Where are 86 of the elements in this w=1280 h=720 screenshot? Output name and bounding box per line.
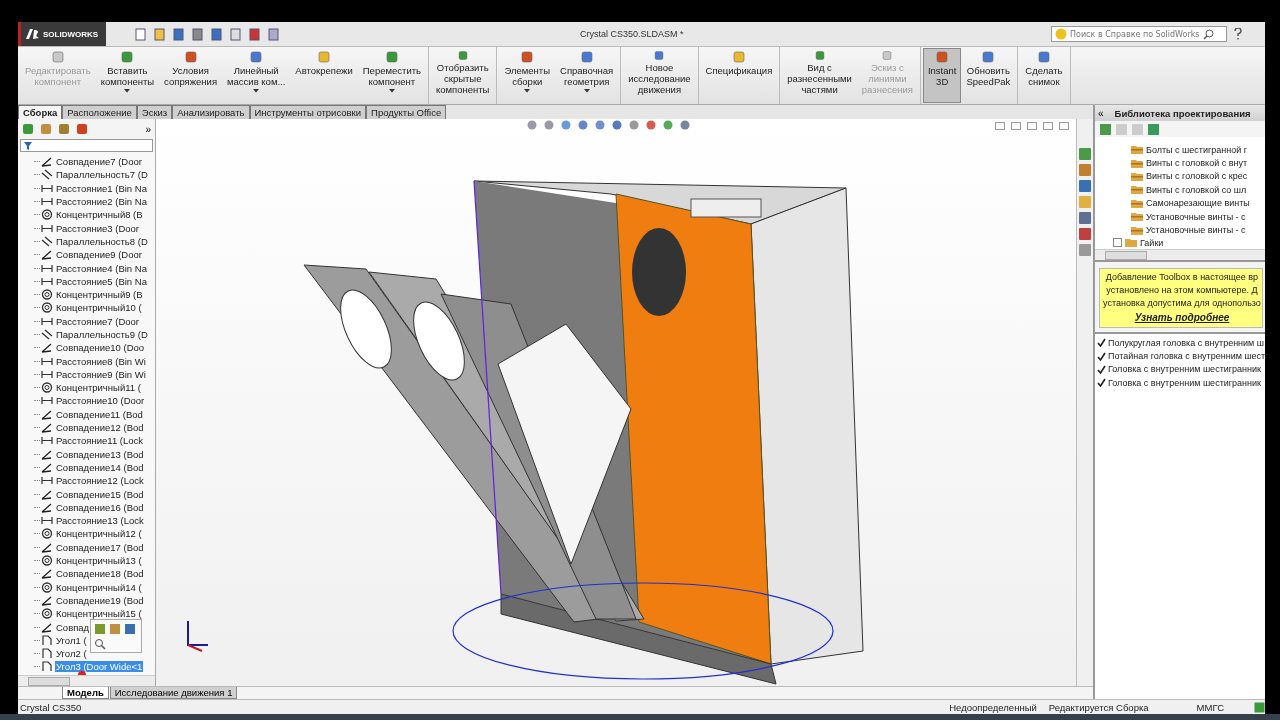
library-folder[interactable]: Винты с головкой со шл	[1146, 184, 1247, 195]
ribbon-button[interactable]: Обновить SpeedPak	[961, 48, 1016, 103]
tree-item[interactable]: Совпадение15 (Bod	[55, 488, 145, 500]
library-item[interactable]: Головка с внутренним шестигранник	[1108, 377, 1261, 388]
tree-item[interactable]: Совпадение14 (Bod	[55, 461, 145, 473]
ribbon-button[interactable]: Сделать снимок	[1020, 48, 1068, 103]
tree-item[interactable]: Концентричный11 (	[55, 382, 142, 394]
tree-item[interactable]: Совпадение7 (Door	[55, 156, 143, 168]
tree-item[interactable]: Совпадение13 (Bod	[55, 448, 145, 460]
notice-text: Добавление Toolbox в настоящее вр	[1105, 271, 1259, 284]
ribbon-button[interactable]: Instant 3D	[922, 48, 962, 103]
tree-item[interactable]: Совпадение18 (Bod	[55, 568, 145, 580]
ribbon-button[interactable]: Вставить компоненты	[95, 48, 160, 103]
tree-item[interactable]: Концентричный8 (B	[55, 209, 144, 221]
library-folder[interactable]: Винты с головкой с внут	[1146, 158, 1248, 169]
ribbon-tab[interactable]: Эскиз	[136, 105, 173, 119]
ribbon-button[interactable]: Новое исследование движения	[623, 48, 696, 103]
tree-item[interactable]: Совпадение11 (Bod	[55, 408, 144, 420]
tree-item[interactable]: Концентричный10 (	[55, 302, 143, 314]
tree-item[interactable]: Концентричный13 (	[55, 555, 143, 567]
help-search-field[interactable]: Поиск в Справке по SolidWorks	[1051, 26, 1227, 42]
ribbon-button[interactable]: Переместить компонент	[357, 48, 426, 103]
ribbon-button[interactable]: Условия сопряжения	[159, 48, 223, 103]
library-folder[interactable]: Самонарезающие винты	[1146, 198, 1250, 209]
notice-text: установлено на этом компьютере. Д	[1106, 284, 1258, 297]
ribbon-tab[interactable]: Продукты Office	[366, 105, 447, 119]
collapse-button[interactable]: «	[1095, 107, 1107, 119]
ribbon-tab[interactable]: Сборка	[18, 105, 63, 119]
tree-item[interactable]: Расстояние5 (Bin Na	[55, 275, 148, 287]
tree-item[interactable]: Совпадение12 (Bod	[55, 422, 145, 434]
bottom-tab[interactable]: Модель	[62, 687, 109, 699]
tree-item[interactable]: Расстояние11 (Lock	[55, 435, 145, 447]
library-item[interactable]: Потайная головка с внутренним шест	[1108, 351, 1265, 362]
tree-item[interactable]: Расстояние1 (Bin Na	[55, 182, 148, 194]
library-item[interactable]: Головка с внутренним шестигранник	[1108, 364, 1261, 375]
tree-item[interactable]: Расстояние3 (Door	[55, 222, 140, 234]
ribbon-button[interactable]: Элементы сборки	[499, 48, 556, 103]
bottom-tab[interactable]: Исследование движения 1	[109, 687, 238, 699]
tree-item[interactable]: Концентричный14 (	[55, 581, 143, 593]
library-folder[interactable]: Установочные винты - с	[1146, 211, 1246, 222]
panel-title: Библиотека проектирования	[1114, 107, 1251, 119]
units-text[interactable]: ММГС	[1196, 701, 1224, 713]
ribbon-button[interactable]: Вид с разнесенными частями	[782, 48, 857, 103]
tree-item[interactable]: Совпадение19 (Bod	[55, 594, 145, 606]
tree-item[interactable]: Совпадение16 (Bod	[55, 501, 145, 513]
tree-item[interactable]: Расстояние13 (Lock	[55, 515, 145, 527]
ribbon-button[interactable]: Линейный массив ком...	[222, 48, 291, 103]
library-folder[interactable]: Установочные винты - с	[1146, 225, 1246, 236]
tree-item[interactable]: Расстояние9 (Bin Wi	[55, 368, 147, 380]
ribbon-button[interactable]: Справочная геометрия	[555, 48, 619, 103]
tree-item[interactable]: Параллельность7 (D	[55, 169, 149, 181]
tree-item[interactable]: Расстояние12 (Lock	[55, 475, 145, 487]
status-text: Редактируется Сборка	[1048, 701, 1149, 713]
ribbon-button[interactable]: Спецификация	[700, 48, 778, 103]
tree-item[interactable]: Угол1 (	[55, 634, 88, 646]
tree-item[interactable]: Совпадение9 (Door	[55, 249, 143, 261]
tree-item[interactable]: Совпадение10 (Doo	[55, 342, 146, 354]
window-title: Crystal CS350.SLDASM *	[580, 29, 684, 39]
tree-item[interactable]: Расстояние7 (Door	[55, 315, 140, 327]
expand-button[interactable]: »	[143, 123, 153, 135]
tree-item[interactable]: Концентричный15 (	[55, 608, 143, 620]
learn-more-link[interactable]: Узнать подробнее	[1134, 310, 1230, 325]
tree-item[interactable]: Параллельность9 (D	[55, 329, 149, 340]
tree-item[interactable]: Концентричный9 (B	[55, 289, 144, 301]
tree-item[interactable]: Совпадение17 (Bod	[55, 541, 145, 553]
status-text: Недоопределенный	[949, 701, 1037, 713]
tree-item[interactable]: Концентричный12 (	[55, 528, 143, 540]
notice-text: установка допустима для однопользо	[1103, 297, 1261, 310]
tree-item[interactable]: Совпад	[55, 621, 91, 633]
ribbon-tab[interactable]: Инструменты отрисовки	[249, 105, 367, 119]
tree-item[interactable]: Расстояние4 (Bin Na	[55, 262, 148, 274]
status-document: Crystal CS350	[20, 701, 82, 713]
app-logo[interactable]: SOLIDWORKS	[18, 22, 106, 46]
tree-item[interactable]: Расстояние10 (Door	[55, 395, 146, 407]
tree-item[interactable]: Параллельность8 (D	[55, 235, 149, 247]
ribbon-tab[interactable]: Анализировать	[172, 105, 250, 119]
library-folder[interactable]: Гайки	[1140, 237, 1164, 248]
tree-item[interactable]: Расстояние8 (Bin Wi	[55, 355, 147, 367]
library-item[interactable]: Полукруглая головка с внутренним ш	[1108, 337, 1265, 348]
tree-item[interactable]: Расстояние2 (Bin Na	[55, 196, 148, 208]
ribbon-button[interactable]: Отобразить скрытые компоненты	[431, 48, 495, 103]
library-folder[interactable]: Болты с шестигранной г	[1146, 144, 1247, 155]
library-folder[interactable]: Винты с головкой с крес	[1146, 171, 1248, 182]
ribbon-tab[interactable]: Расположение	[62, 105, 137, 119]
tree-item[interactable]: Угол2 (	[55, 648, 88, 660]
ribbon-button[interactable]: Автокрепежи	[290, 48, 358, 103]
